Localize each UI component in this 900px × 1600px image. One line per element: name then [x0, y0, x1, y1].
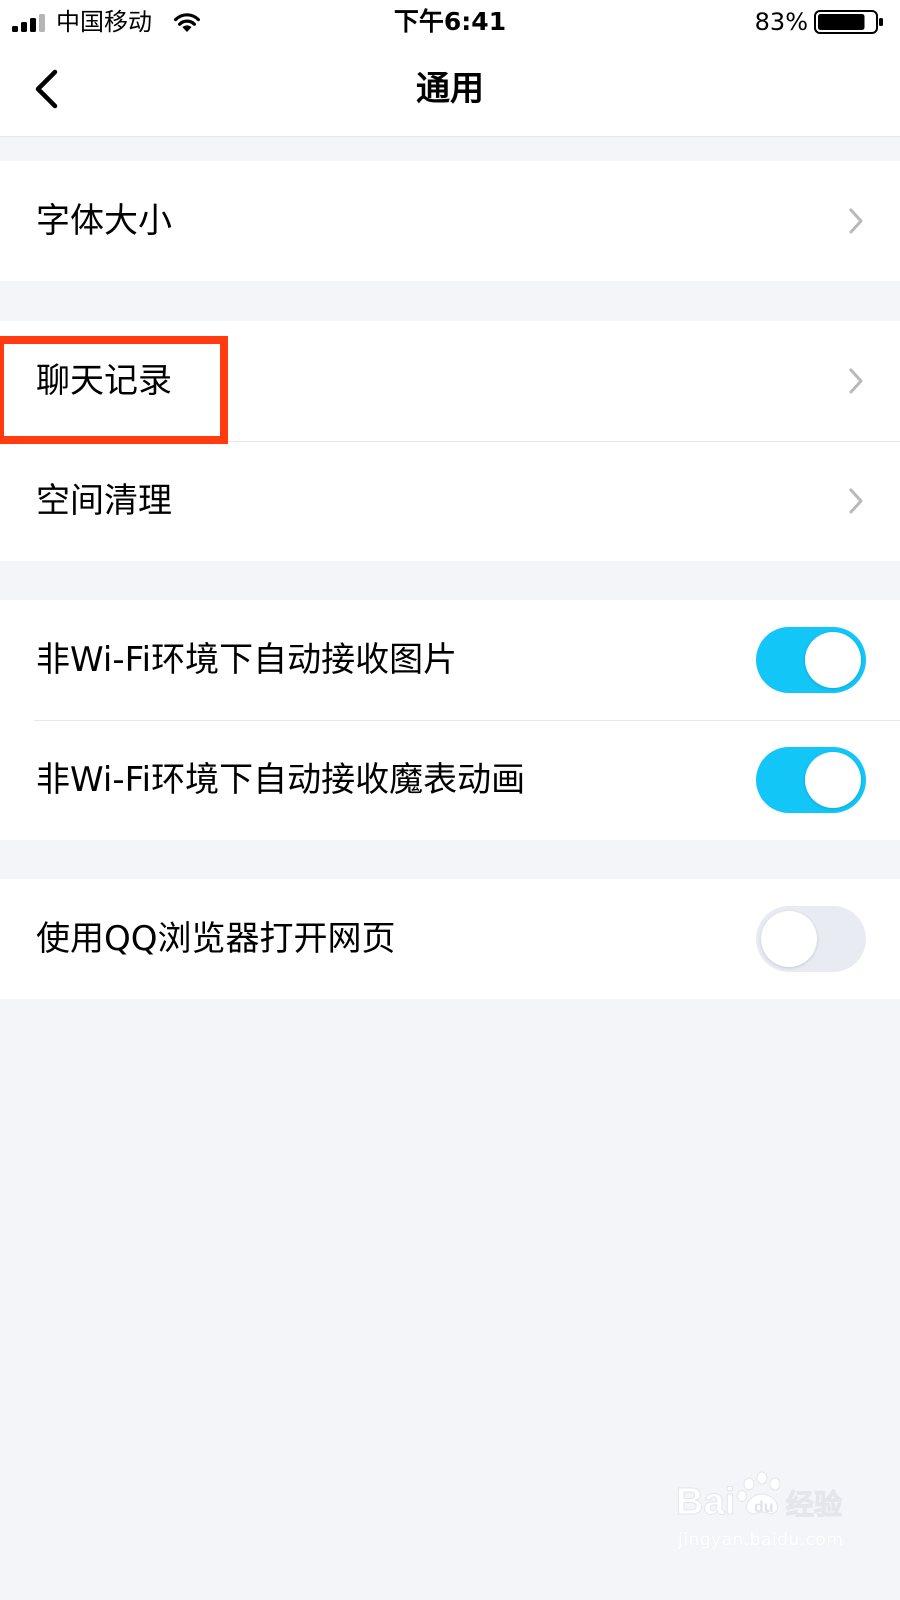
chevron-right-icon: [849, 368, 863, 394]
settings-group-font: 字体大小: [0, 161, 900, 281]
svg-text:经验: 经验: [786, 1488, 842, 1521]
font-size-row[interactable]: 字体大小: [0, 161, 900, 281]
space-cleanup-label: 空间清理: [36, 481, 172, 521]
watermark-url: jingyan.baidu.com: [678, 1530, 844, 1550]
auto-receive-effects-toggle[interactable]: [756, 747, 866, 813]
auto-receive-effects-label: 非Wi-Fi环境下自动接收魔表动画: [36, 760, 526, 800]
qq-browser-label: 使用QQ浏览器打开网页: [36, 919, 396, 959]
toggle-knob: [805, 752, 861, 808]
status-bar: 中国移动 下午6:41 83%: [0, 0, 900, 44]
auto-receive-images-row: 非Wi-Fi环境下自动接收图片: [0, 600, 900, 720]
baidu-logo-icon: Bai du 经验: [676, 1471, 843, 1524]
qq-browser-toggle[interactable]: [756, 906, 866, 972]
chat-history-label: 聊天记录: [36, 361, 172, 401]
battery-percent: 83%: [754, 8, 808, 36]
row-divider: [34, 441, 900, 442]
svg-text:Bai: Bai: [676, 1481, 735, 1523]
qq-browser-row: 使用QQ浏览器打开网页: [0, 879, 900, 999]
settings-group-storage: 聊天记录 空间清理: [0, 321, 900, 561]
baidu-jingyan-watermark: Bai du 经验 jingyan.baidu.com: [674, 1468, 844, 1558]
chevron-right-icon: [849, 208, 863, 234]
settings-group-browser: 使用QQ浏览器打开网页: [0, 879, 900, 999]
toggle-knob: [761, 911, 817, 967]
row-divider: [34, 720, 900, 721]
settings-group-auto-receive: 非Wi-Fi环境下自动接收图片 非Wi-Fi环境下自动接收魔表动画: [0, 600, 900, 840]
svg-text:du: du: [754, 1499, 774, 1516]
auto-receive-effects-row: 非Wi-Fi环境下自动接收魔表动画: [0, 720, 900, 840]
space-cleanup-row[interactable]: 空间清理: [0, 441, 900, 561]
battery-icon: [814, 10, 883, 34]
auto-receive-images-label: 非Wi-Fi环境下自动接收图片: [36, 640, 458, 680]
navigation-bar: 通用: [0, 44, 900, 137]
toggle-knob: [805, 632, 861, 688]
chat-history-row[interactable]: 聊天记录: [0, 321, 900, 441]
page-title: 通用: [416, 69, 484, 109]
chevron-right-icon: [849, 488, 863, 514]
auto-receive-images-toggle[interactable]: [756, 627, 866, 693]
font-size-label: 字体大小: [36, 201, 172, 241]
